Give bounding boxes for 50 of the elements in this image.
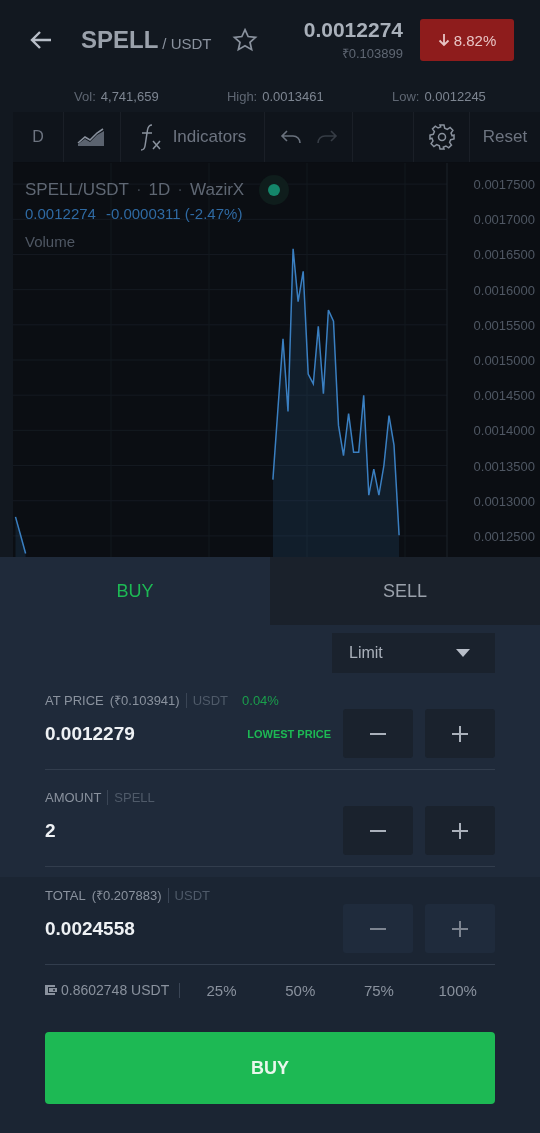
field-label: AT PRICE xyxy=(45,692,104,708)
stat-label: Vol: xyxy=(74,88,96,104)
pair-quote: / USDT xyxy=(162,34,212,52)
percent-button[interactable]: 100% xyxy=(420,981,495,999)
chart-exchange: WazirX xyxy=(190,180,245,200)
field-note: (₹0.207883) xyxy=(91,887,162,904)
axis-label: 0.0016000 xyxy=(473,282,535,298)
pair-base: SPELL xyxy=(81,26,159,54)
change-value: 8.82% xyxy=(453,31,497,49)
field-value[interactable]: 2 xyxy=(45,819,56,842)
percent-button[interactable]: 25% xyxy=(184,981,259,999)
balance-value: 0.8602748 USDT xyxy=(61,982,170,998)
axis-label: 0.0015000 xyxy=(473,353,535,368)
axis-label: 0.0012500 xyxy=(473,528,535,544)
axis-label: 0.0013500 xyxy=(473,458,535,474)
field-label: TOTAL xyxy=(45,887,86,903)
field-note: (₹0.103941) xyxy=(109,692,180,709)
study-label: Volume xyxy=(25,233,77,250)
axis-label: 0.0015500 xyxy=(473,317,535,333)
field-extra: 0.04% xyxy=(242,692,279,708)
axis-label: 0.0017000 xyxy=(473,212,535,228)
reset-button[interactable]: Reset xyxy=(470,112,540,162)
chart-symbol: SPELL/USDT xyxy=(25,180,129,200)
percent-button[interactable]: 75% xyxy=(341,981,417,999)
axis-label: 0.0017500 xyxy=(473,177,535,193)
stat-value: 0.0013461 xyxy=(262,88,324,104)
axis-label: 0.0014000 xyxy=(473,423,535,439)
order-tab[interactable]: SELL xyxy=(270,557,540,625)
chart-interval: 1D xyxy=(148,180,171,200)
stat-value: 4,741,659 xyxy=(100,88,159,104)
interval-button[interactable]: D xyxy=(13,112,64,162)
stat-label: High: xyxy=(226,88,258,104)
price-hint[interactable]: LOWEST PRICE xyxy=(247,727,331,740)
axis-label: 0.0016500 xyxy=(473,247,535,263)
axis-label: 0.0014500 xyxy=(473,388,535,404)
legend-separator: · xyxy=(177,180,183,200)
chart-change: -0.0000311 (-2.47%) xyxy=(105,205,243,222)
percent-button[interactable]: 50% xyxy=(262,981,338,999)
chart-last: 0.0012274 xyxy=(25,205,96,222)
last-price: 0.0012274 xyxy=(303,18,403,42)
field-value[interactable]: 0.0024558 xyxy=(45,917,135,940)
field-value[interactable]: 0.0012279 xyxy=(45,722,135,745)
order-type-dropdown[interactable]: Limit xyxy=(332,633,495,673)
price-inr: ₹0.103899 xyxy=(341,45,403,62)
stat-value: 0.0012245 xyxy=(424,88,486,104)
stat-label: Low: xyxy=(391,88,420,104)
legend-separator: · xyxy=(135,180,142,200)
axis-label: 0.0013000 xyxy=(473,493,535,509)
indicators-button[interactable]: Indicators xyxy=(172,127,247,147)
field-label: AMOUNT xyxy=(45,789,102,805)
